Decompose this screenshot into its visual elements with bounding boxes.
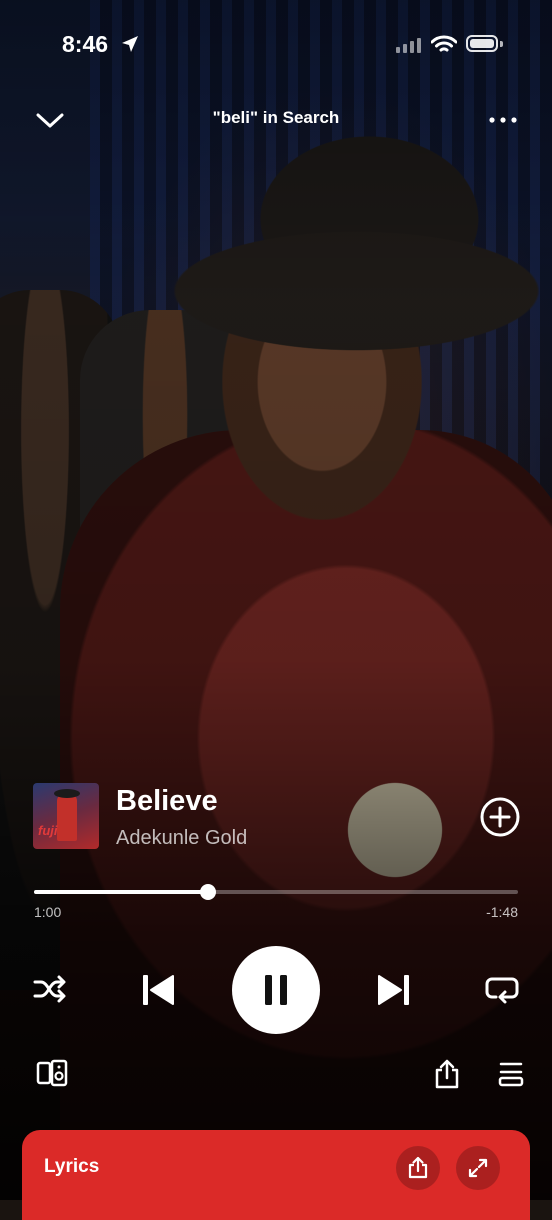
- pause-icon: [265, 975, 287, 1005]
- add-circle-icon[interactable]: [479, 796, 521, 838]
- battery-tip: [500, 41, 503, 47]
- cover-figure: [57, 793, 77, 841]
- track-artist[interactable]: Adekunle Gold: [116, 827, 247, 850]
- status-time: 8:46: [62, 31, 109, 57]
- shuffle-icon[interactable]: [32, 973, 68, 1005]
- share-icon: [408, 1156, 428, 1179]
- album-cover[interactable]: fuji: [33, 783, 99, 849]
- skip-previous-icon[interactable]: [138, 971, 178, 1009]
- lyrics-title: Lyrics: [44, 1156, 100, 1177]
- wifi-icon: [430, 35, 458, 60]
- elapsed-time: 1:00: [34, 904, 62, 920]
- location-arrow-icon: [120, 34, 140, 59]
- remaining-time: -1:48: [486, 904, 518, 920]
- progress-bar[interactable]: [34, 884, 518, 900]
- progress-fill: [34, 890, 209, 894]
- cover-title-text: fuji: [38, 823, 58, 838]
- battery-icon: [466, 35, 498, 52]
- playback-controls: [0, 946, 552, 1036]
- lyrics-card[interactable]: Lyrics: [22, 1130, 530, 1220]
- connect-device-icon[interactable]: [36, 1058, 70, 1090]
- cover-hat: [54, 789, 80, 798]
- lyrics-expand-button[interactable]: [456, 1146, 500, 1190]
- track-info: fuji Believe Adekunle Gold: [33, 783, 523, 853]
- cellular-signal-icon: [396, 38, 421, 53]
- player-header: "beli" in Search: [0, 100, 552, 140]
- lyrics-share-button[interactable]: [396, 1146, 440, 1190]
- queue-icon[interactable]: [496, 1060, 526, 1088]
- playing-context-title[interactable]: "beli" in Search: [0, 108, 552, 128]
- play-pause-button[interactable]: [232, 946, 320, 1034]
- skip-next-icon[interactable]: [374, 971, 414, 1009]
- share-icon[interactable]: [432, 1058, 462, 1090]
- status-bar: 8:46: [0, 28, 552, 64]
- expand-icon: [468, 1158, 488, 1178]
- track-title[interactable]: Believe: [116, 785, 218, 818]
- more-options-icon[interactable]: [486, 108, 520, 132]
- repeat-icon[interactable]: [484, 973, 520, 1005]
